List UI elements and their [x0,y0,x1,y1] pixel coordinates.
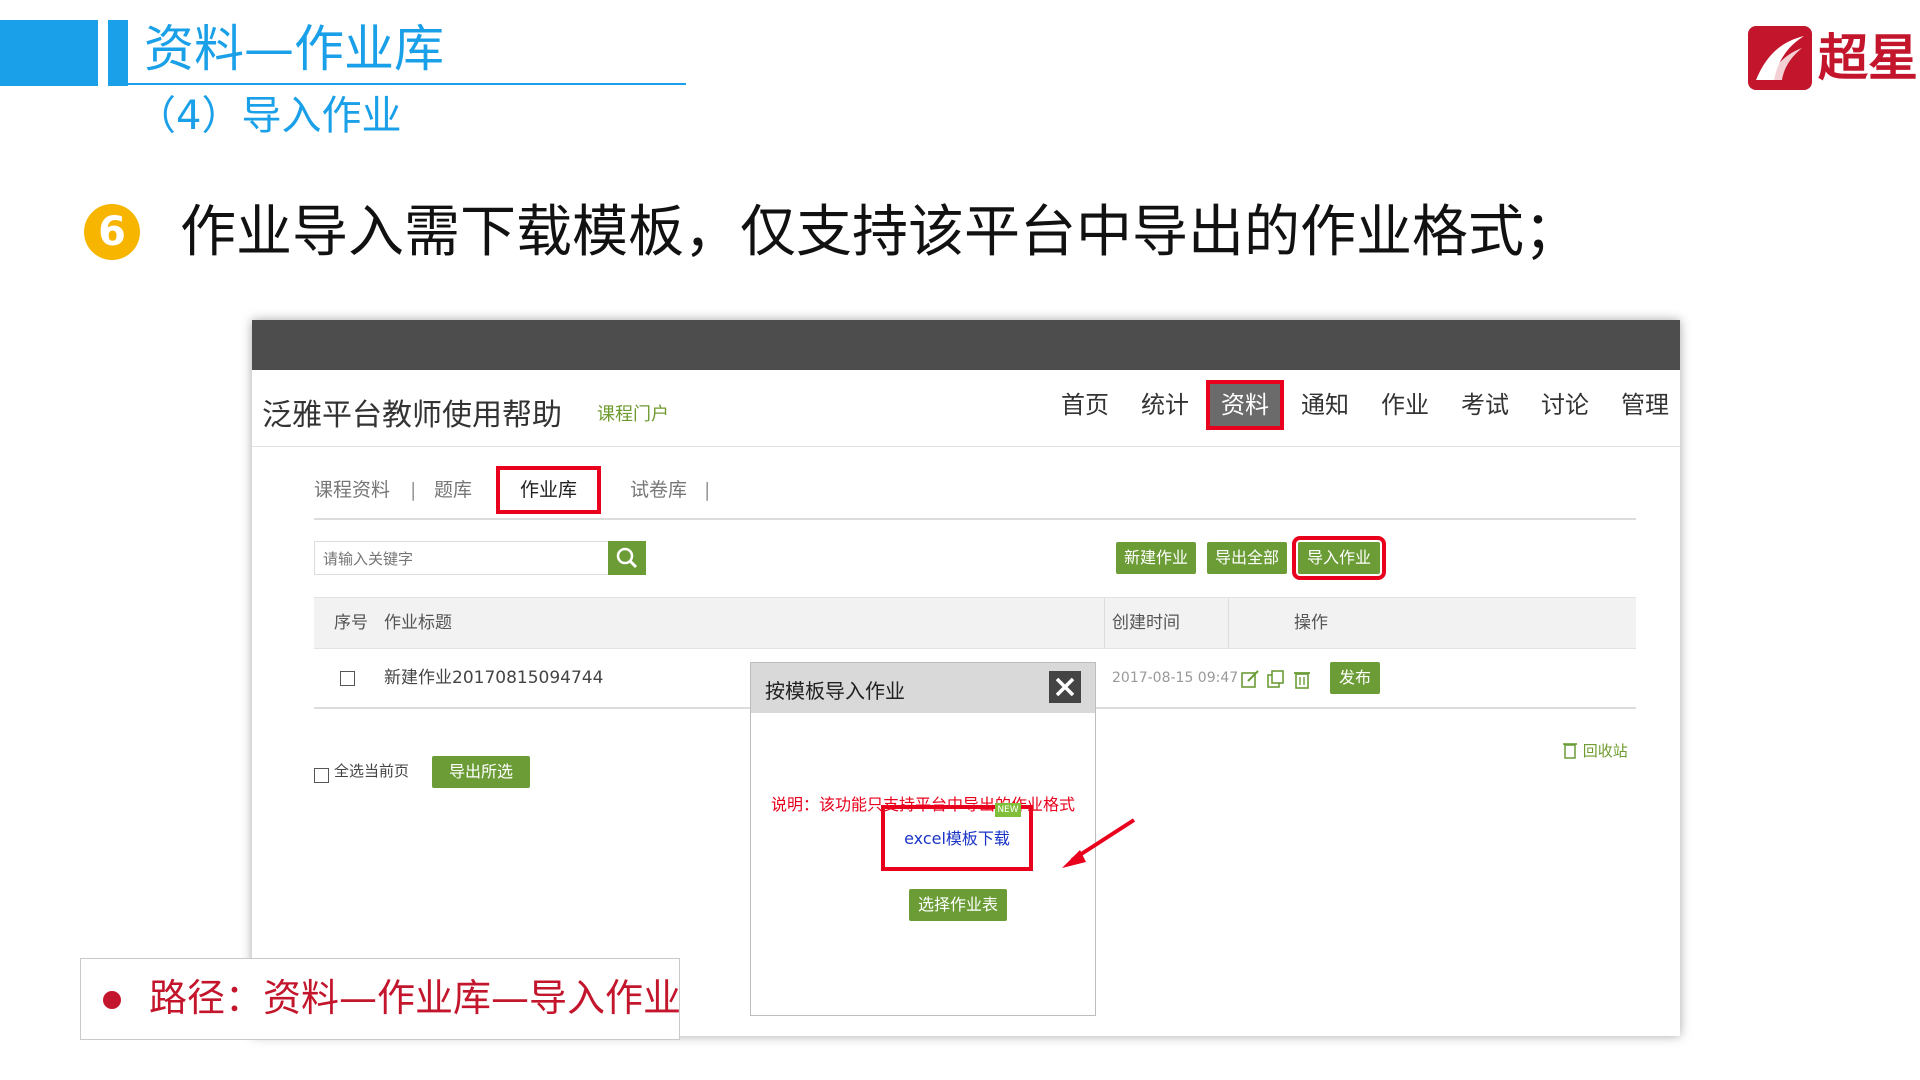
nav-item-homework[interactable]: 作业 [1370,384,1440,426]
select-all-checkbox[interactable] [314,768,329,783]
search-button[interactable] [608,541,646,575]
subtab-question-bank[interactable]: 题库 [434,470,472,510]
recycle-bin-label: 回收站 [1582,742,1628,760]
header-accent-bar-thin [108,20,128,86]
nav-item-materials[interactable]: 资料 [1206,380,1284,430]
header-created: 创建时间 [1112,613,1180,633]
arrow-icon [1062,818,1136,868]
header-underline [108,83,686,85]
nav-item-home[interactable]: 首页 [1050,384,1120,426]
new-homework-button[interactable]: 新建作业 [1116,542,1196,574]
dialog-title: 按模板导入作业 [765,679,905,703]
row-created-time: 2017-08-15 09:47 [1112,670,1239,686]
chaoxing-logo: 超星 [1748,26,1918,92]
browser-top-bar [252,320,1680,370]
close-icon [1055,677,1075,697]
row-checkbox[interactable] [340,671,355,686]
logo-icon [1748,26,1812,90]
site-title: 泛雅平台教师使用帮助 [262,398,562,433]
edit-icon[interactable] [1240,669,1260,689]
search-box [314,541,646,576]
export-all-button[interactable]: 导出全部 [1207,542,1287,574]
slide-subtitle: （4）导入作业 [136,93,402,139]
slide-title: 资料—作业库 [144,20,444,78]
nav-item-discussion[interactable]: 讨论 [1530,384,1600,426]
delete-icon[interactable] [1292,669,1312,689]
recycle-bin-link[interactable]: 回收站 [1562,740,1628,761]
export-selected-button[interactable]: 导出所选 [432,756,530,788]
row-title[interactable]: 新建作业20170815094744 [384,649,603,707]
copy-icon[interactable] [1266,669,1286,689]
choose-homework-sheet-button[interactable]: 选择作业表 [909,889,1007,921]
header-accent-bar [0,20,98,86]
import-homework-button[interactable]: 导入作业 [1292,536,1386,580]
table-header: 序号 作业标题 创建时间 操作 [314,597,1636,649]
nav-item-manage[interactable]: 管理 [1610,384,1680,426]
trash-icon [1563,743,1577,759]
template-download-highlight: NEW excel模板下载 [881,803,1033,871]
point-text: 作业导入需下载模板，仅支持该平台中导出的作业格式； [180,200,1580,265]
subtab-divider: | [704,479,711,501]
path-note-box: 路径：资料—作业库—导入作业 [80,958,682,1040]
dialog-close-button[interactable] [1049,671,1081,703]
subtab-exam-library[interactable]: 试卷库 [630,470,687,510]
subtab-divider: | [410,479,417,501]
header-ops: 操作 [1294,613,1328,633]
subtabs-underline [314,518,1636,520]
select-all-label[interactable]: 全选当前页 [334,760,409,781]
header-divider [252,446,1680,447]
nav-item-exams[interactable]: 考试 [1450,384,1520,426]
search-input[interactable] [321,542,585,576]
course-portal-link[interactable]: 课程门户 [597,400,669,426]
platform-screenshot: 泛雅平台教师使用帮助 课程门户 首页 统计 资料 通知 作业 考试 讨论 管理 … [252,320,1680,1036]
path-note-text: 路径：资料—作业库—导入作业 [149,976,682,1020]
subtab-homework-library[interactable]: 作业库 [495,466,602,514]
logo-text: 超星 [1818,28,1918,87]
dialog-header: 按模板导入作业 [751,663,1095,713]
column-divider [1228,598,1229,648]
nav-item-notices[interactable]: 通知 [1290,384,1360,426]
publish-button[interactable]: 发布 [1330,662,1380,694]
column-divider [1104,598,1105,648]
header-title: 作业标题 [384,613,452,633]
point-number-badge: 6 [84,204,140,260]
bullet-icon [103,991,121,1009]
excel-template-download-link[interactable]: excel模板下载 [885,809,1029,869]
nav-item-stats[interactable]: 统计 [1130,384,1200,426]
subtab-course-materials[interactable]: 课程资料 [314,470,390,510]
header-index: 序号 [334,613,368,633]
search-icon [616,547,638,569]
import-template-dialog: 按模板导入作业 说明：该功能只支持平台中导出的作业格式 NEW excel模板下… [750,662,1096,1016]
